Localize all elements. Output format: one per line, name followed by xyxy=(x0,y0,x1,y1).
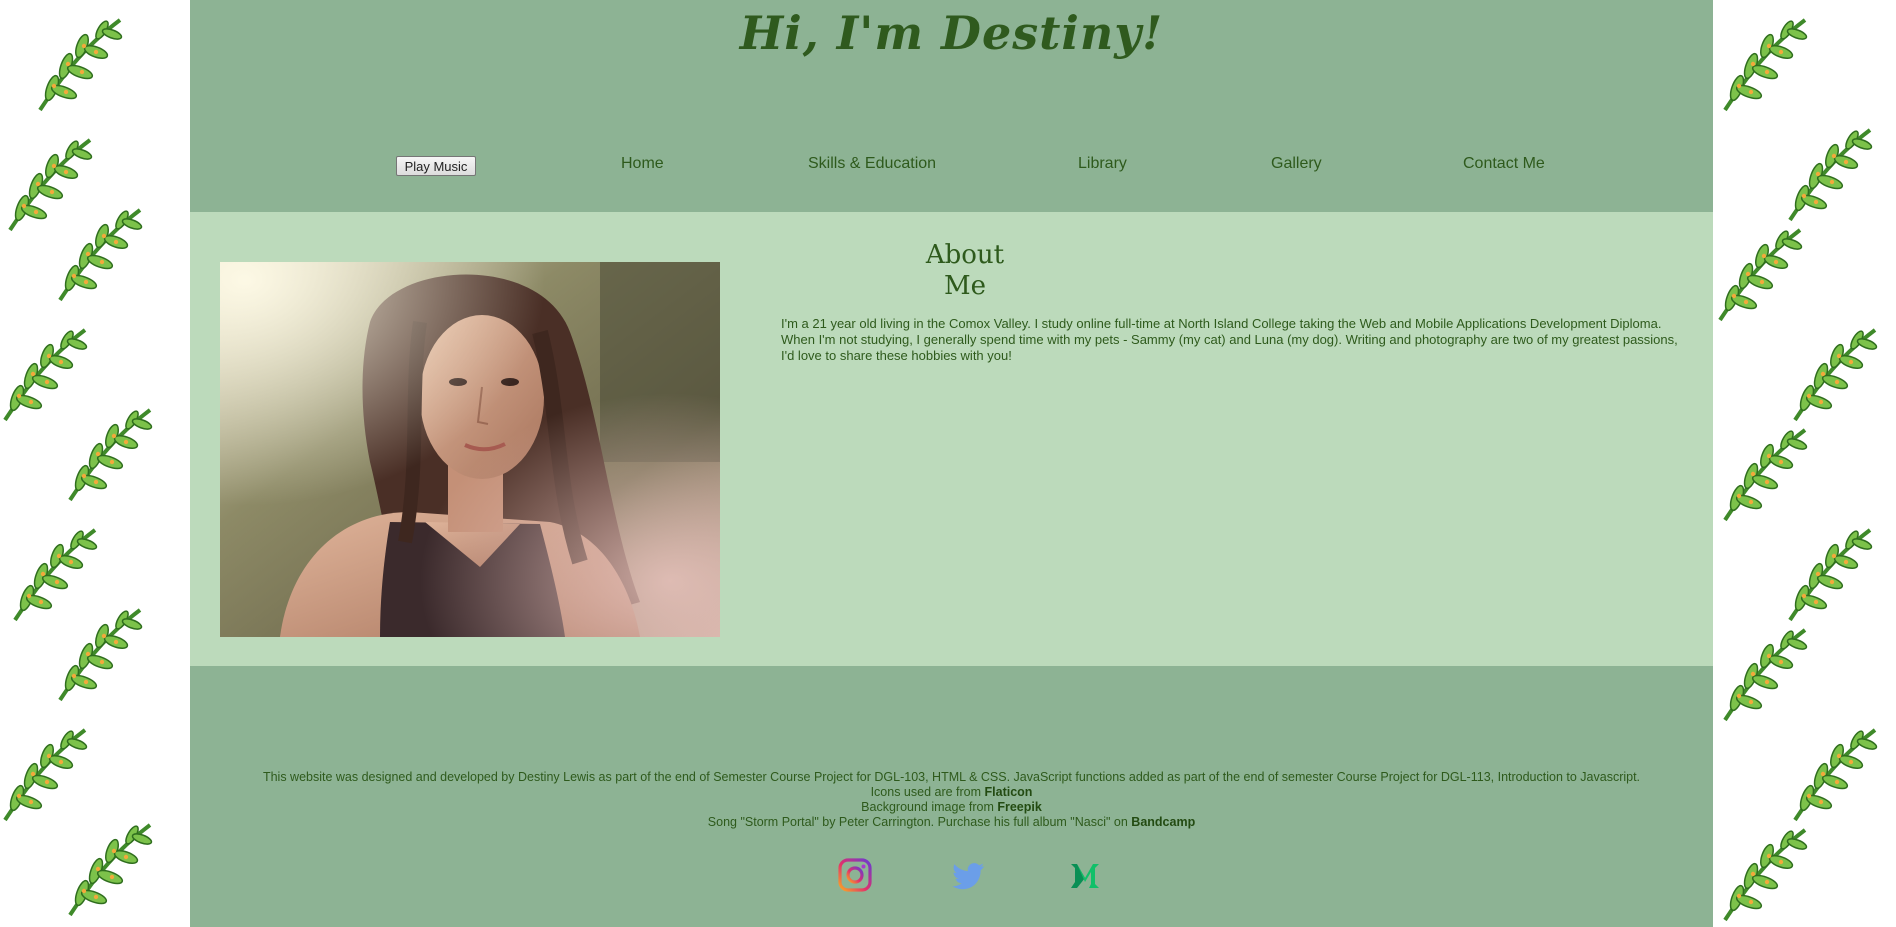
flaticon-link[interactable]: Flaticon xyxy=(985,785,1033,799)
footer-song-credit: Song "Storm Portal" by Peter Carrington.… xyxy=(707,815,1196,829)
footer-credit-line: This website was designed and developed … xyxy=(262,770,1641,784)
bandcamp-link[interactable]: Bandcamp xyxy=(1131,815,1195,829)
nav-link-skills-education[interactable]: Skills & Education xyxy=(808,155,936,173)
instagram-icon[interactable] xyxy=(838,858,872,892)
site-title: Hi, I'm Destiny! xyxy=(739,6,1164,60)
about-title-line2: Me xyxy=(943,271,986,301)
nav-link-library[interactable]: Library xyxy=(1078,155,1127,173)
about-me-heading: About Me xyxy=(865,240,1065,302)
site-footer: This website was designed and developed … xyxy=(190,666,1713,927)
page-container: Hi, I'm Destiny! Play Music Home Skills … xyxy=(190,0,1713,927)
medium-icon[interactable] xyxy=(1068,858,1102,892)
footer-credits: This website was designed and developed … xyxy=(190,770,1713,830)
twitter-icon[interactable] xyxy=(952,858,986,892)
about-title-line1: About xyxy=(925,240,1005,270)
social-links xyxy=(190,858,1713,894)
footer-background-credit: Background image from Freepik xyxy=(861,800,1042,814)
main-nav: Play Music Home Skills & Education Libra… xyxy=(190,150,1713,180)
about-paragraph: I'm a 21 year old living in the Comox Va… xyxy=(781,316,1678,363)
footer-icons-credit: Icons used are from Flaticon xyxy=(870,785,1033,799)
freepik-link[interactable]: Freepik xyxy=(997,800,1041,814)
site-header: Hi, I'm Destiny! Play Music Home Skills … xyxy=(190,0,1713,212)
nav-link-contact-me[interactable]: Contact Me xyxy=(1463,155,1545,173)
about-section: About Me I'm a 21 year old living in the… xyxy=(190,212,1713,666)
play-music-button[interactable]: Play Music xyxy=(396,156,476,176)
nav-link-gallery[interactable]: Gallery xyxy=(1271,155,1322,173)
nav-link-home[interactable]: Home xyxy=(621,155,664,173)
portrait-photo xyxy=(220,262,720,637)
